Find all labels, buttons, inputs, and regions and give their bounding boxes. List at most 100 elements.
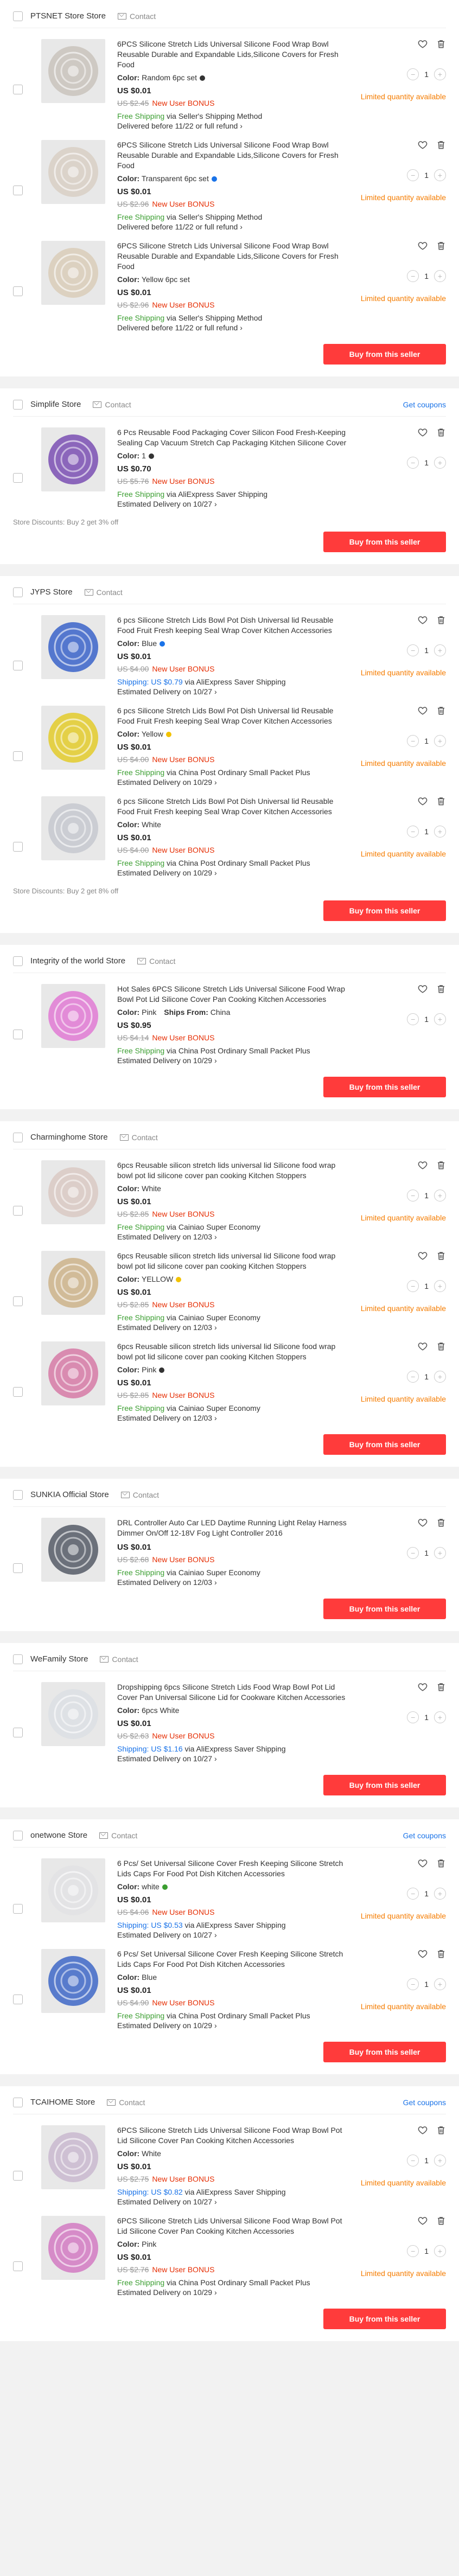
delivery-estimate[interactable]: Estimated Delivery on 12/03 › (117, 1414, 350, 1422)
delete-trash-icon[interactable] (436, 1682, 446, 1692)
buy-from-seller-button[interactable]: Buy from this seller (323, 1599, 446, 1619)
quantity-value[interactable]: 1 (424, 70, 429, 79)
delivery-estimate[interactable]: Estimated Delivery on 10/29 › (117, 868, 350, 877)
product-variant[interactable]: Color: Pink Ships From: China (117, 1008, 350, 1017)
contact-link[interactable]: Contact (119, 1133, 158, 1142)
increase-quantity-button[interactable]: + (434, 1547, 446, 1559)
buy-from-seller-button[interactable]: Buy from this seller (323, 344, 446, 365)
contact-link[interactable]: Contact (99, 1831, 137, 1840)
store-name-link[interactable]: JYPS Store (30, 587, 73, 597)
contact-link[interactable]: Contact (120, 1491, 159, 1499)
quantity-value[interactable]: 1 (424, 1015, 429, 1024)
product-title[interactable]: 6pcs Reusable silicon stretch lids unive… (117, 1341, 350, 1362)
decrease-quantity-button[interactable]: − (407, 1371, 419, 1383)
quantity-value[interactable]: 1 (424, 1372, 429, 1381)
increase-quantity-button[interactable]: + (434, 1371, 446, 1383)
item-checkbox[interactable] (13, 186, 23, 195)
contact-link[interactable]: Contact (117, 12, 156, 21)
wishlist-heart-icon[interactable] (418, 241, 428, 251)
decrease-quantity-button[interactable]: − (407, 270, 419, 282)
product-variant[interactable]: Color: Transparent 6pc set (117, 174, 350, 183)
delete-trash-icon[interactable] (436, 2125, 446, 2135)
product-variant[interactable]: Color: Yellow (117, 730, 350, 738)
product-title[interactable]: 6 Pcs/ Set Universal Silicone Cover Fres… (117, 1949, 350, 1970)
shipping-info[interactable]: Free Shipping via China Post Ordinary Sm… (117, 1046, 350, 1055)
item-checkbox[interactable] (13, 1030, 23, 1039)
item-checkbox[interactable] (13, 473, 23, 483)
product-variant[interactable]: Color: Blue (117, 639, 350, 648)
product-variant[interactable]: Color: Random 6pc set (117, 73, 350, 82)
decrease-quantity-button[interactable]: − (407, 457, 419, 469)
buy-from-seller-button[interactable]: Buy from this seller (323, 2042, 446, 2062)
product-title[interactable]: 6PCS Silicone Stretch Lids Universal Sil… (117, 2216, 350, 2236)
item-checkbox[interactable] (13, 1995, 23, 2004)
delivery-estimate[interactable]: Estimated Delivery on 12/03 › (117, 1232, 350, 1241)
product-variant[interactable]: Color: white (117, 1882, 350, 1891)
quantity-value[interactable]: 1 (424, 1713, 429, 1722)
delete-trash-icon[interactable] (436, 1251, 446, 1261)
delete-trash-icon[interactable] (436, 1518, 446, 1527)
delete-trash-icon[interactable] (436, 796, 446, 806)
delete-trash-icon[interactable] (436, 615, 446, 625)
buy-from-seller-button[interactable]: Buy from this seller (323, 1775, 446, 1795)
increase-quantity-button[interactable]: + (434, 2245, 446, 2257)
quantity-value[interactable]: 1 (424, 171, 429, 180)
wishlist-heart-icon[interactable] (418, 2216, 428, 2226)
delivery-estimate[interactable]: Estimated Delivery on 10/29 › (117, 2288, 350, 2297)
increase-quantity-button[interactable]: + (434, 1888, 446, 1900)
wishlist-heart-icon[interactable] (418, 1949, 428, 1959)
contact-link[interactable]: Contact (93, 400, 131, 409)
product-title[interactable]: 6 Pcs Reusable Food Packaging Cover Sili… (117, 427, 350, 448)
shipping-info[interactable]: Free Shipping via Seller's Shipping Meth… (117, 314, 350, 322)
delete-trash-icon[interactable] (436, 984, 446, 994)
shipping-info[interactable]: Shipping: US $0.79 via AliExpress Saver … (117, 677, 350, 686)
buy-from-seller-button[interactable]: Buy from this seller (323, 1434, 446, 1455)
product-title[interactable]: Dropshipping 6pcs Silicone Stretch Lids … (117, 1682, 350, 1703)
get-coupons-link[interactable]: Get coupons (403, 1831, 446, 1840)
item-checkbox[interactable] (13, 751, 23, 761)
delete-trash-icon[interactable] (436, 1160, 446, 1170)
product-title[interactable]: DRL Controller Auto Car LED Daytime Runn… (117, 1518, 350, 1538)
product-variant[interactable]: Color: YELLOW (117, 1275, 350, 1283)
delete-trash-icon[interactable] (436, 1341, 446, 1351)
decrease-quantity-button[interactable]: − (407, 1711, 419, 1723)
store-checkbox[interactable] (13, 1490, 23, 1500)
product-image[interactable] (41, 2216, 105, 2280)
shipping-info[interactable]: Shipping: US $0.82 via AliExpress Saver … (117, 2188, 350, 2196)
store-name-link[interactable]: Integrity of the world Store (30, 956, 125, 966)
product-variant[interactable]: Color: White (117, 820, 350, 829)
delivery-estimate[interactable]: Estimated Delivery on 10/29 › (117, 778, 350, 787)
shipping-info[interactable]: Free Shipping via Cainiao Super Economy (117, 1313, 350, 1322)
shipping-info[interactable]: Free Shipping via Seller's Shipping Meth… (117, 213, 350, 221)
product-title[interactable]: 6PCS Silicone Stretch Lids Universal Sil… (117, 241, 350, 272)
wishlist-heart-icon[interactable] (418, 140, 428, 150)
quantity-value[interactable]: 1 (424, 458, 429, 467)
delivery-estimate[interactable]: Estimated Delivery on 12/03 › (117, 1323, 350, 1332)
increase-quantity-button[interactable]: + (434, 826, 446, 838)
product-title[interactable]: 6 pcs Silicone Stretch Lids Bowl Pot Dis… (117, 796, 350, 817)
delete-trash-icon[interactable] (436, 1858, 446, 1868)
product-image[interactable] (41, 1160, 105, 1224)
contact-link[interactable]: Contact (137, 957, 175, 966)
item-checkbox[interactable] (13, 1563, 23, 1573)
store-name-link[interactable]: SUNKIA Official Store (30, 1490, 109, 1499)
increase-quantity-button[interactable]: + (434, 2155, 446, 2166)
buy-from-seller-button[interactable]: Buy from this seller (323, 1077, 446, 1097)
item-checkbox[interactable] (13, 661, 23, 670)
wishlist-heart-icon[interactable] (418, 1858, 428, 1868)
store-checkbox[interactable] (13, 1830, 23, 1840)
item-checkbox[interactable] (13, 1387, 23, 1397)
store-checkbox[interactable] (13, 11, 23, 21)
delivery-estimate[interactable]: Estimated Delivery on 10/27 › (117, 1754, 350, 1763)
contact-link[interactable]: Contact (107, 2098, 145, 2107)
product-image[interactable] (41, 140, 105, 204)
delivery-estimate[interactable]: Estimated Delivery on 10/27 › (117, 500, 350, 508)
store-checkbox[interactable] (13, 587, 23, 597)
product-title[interactable]: 6 pcs Silicone Stretch Lids Bowl Pot Dis… (117, 706, 350, 726)
increase-quantity-button[interactable]: + (434, 735, 446, 747)
quantity-value[interactable]: 1 (424, 1980, 429, 1989)
product-title[interactable]: 6PCS Silicone Stretch Lids Universal Sil… (117, 140, 350, 171)
product-image[interactable] (41, 39, 105, 103)
delivery-estimate[interactable]: Estimated Delivery on 10/27 › (117, 1931, 350, 1939)
delivery-estimate[interactable]: Estimated Delivery on 10/29 › (117, 1056, 350, 1065)
